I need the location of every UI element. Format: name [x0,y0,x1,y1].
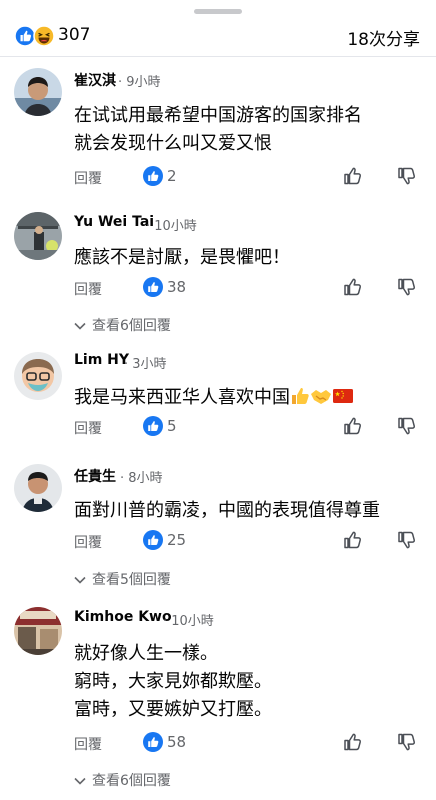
china-flag-emoji-icon [333,389,353,403]
comment-time: · 10小時 [163,614,214,629]
chevron-down-icon [74,322,86,330]
reaction-icons[interactable] [14,25,56,47]
comment-text-line: 面對川普的霸凌，中國的表現值得尊重 [74,500,380,521]
thumbs-up-icon[interactable] [343,277,363,297]
comment-time: · 3小時 [124,357,167,372]
view-replies-label: 查看5個回覆 [92,572,171,588]
view-replies-link[interactable]: 查看5個回覆 [74,569,171,589]
comment-author[interactable]: Lim HY [74,352,129,368]
thumbs-down-icon[interactable] [397,732,417,752]
thumbs-down-icon[interactable] [397,166,417,186]
like-badge-icon [143,166,163,186]
comment-actions: 回覆 2 [0,166,436,190]
like-badge-icon [143,732,163,752]
view-replies-link[interactable]: 查看6個回覆 [74,315,171,335]
comment-actions: 回覆 25 [0,530,436,554]
thumbs-up-icon[interactable] [343,530,363,550]
thumbs-down-icon[interactable] [397,416,417,436]
reply-button[interactable]: 回覆 [74,734,102,754]
comment-text-line: 就好像人生一樣。 [74,643,218,664]
divider [0,56,436,57]
comment-actions: 回覆 38 [0,277,436,301]
comment-text-line: 窮時，大家見妳都欺壓。 [74,671,272,692]
comment-time: · 9小時 [118,75,161,90]
thumbs-up-icon[interactable] [343,166,363,186]
reactions-bar: 307 18次分享 [0,22,436,50]
view-replies-label: 查看6個回覆 [92,318,171,334]
comment-author[interactable]: 任貴生 [74,466,116,486]
comment-text: 我是马来西亚华人喜欢中国 [74,387,290,408]
thumbs-up-emoji-icon [292,387,309,404]
comment-author[interactable]: Kimhoe Kwo [74,609,172,625]
thumbs-down-icon[interactable] [397,530,417,550]
like-badge-icon [143,277,163,297]
like-count[interactable]: 5 [167,417,177,435]
comment-text-line: 就会发现什么叫又爱又恨 [74,133,272,154]
avatar[interactable] [14,464,62,512]
like-count[interactable]: 2 [167,167,177,185]
thumbs-up-icon[interactable] [343,732,363,752]
thumbs-down-icon[interactable] [397,277,417,297]
comment-time: · 10小時 [146,219,197,234]
like-badge-icon [143,530,163,550]
like-count[interactable]: 38 [167,278,186,296]
reaction-count[interactable]: 307 [58,25,90,45]
share-count[interactable]: 18次分享 [347,25,420,50]
view-replies-label: 查看6個回覆 [92,773,171,789]
avatar[interactable] [14,212,62,260]
like-badge-icon [143,416,163,436]
avatar[interactable] [14,352,62,400]
drag-handle[interactable] [194,9,242,14]
chevron-down-icon [74,777,86,785]
like-count[interactable]: 58 [167,733,186,751]
haha-reaction-icon [33,25,55,47]
comment-time: · 8小時 [120,471,163,486]
chevron-down-icon [74,576,86,584]
avatar[interactable] [14,68,62,116]
comment-author[interactable]: 崔汉淇 [74,70,116,90]
comment-text-line: 富時，又要嫉妒又打壓。 [74,699,272,720]
avatar[interactable] [14,607,62,655]
reply-button[interactable]: 回覆 [74,418,102,438]
comment-author[interactable]: Yu Wei Tai [74,214,154,230]
comment-text-line: 我是马来西亚华人喜欢中国 [74,383,354,409]
like-reaction-icon [14,25,36,47]
comment-text-line: 應該不是討厭，是畏懼吧！ [74,247,290,268]
reply-button[interactable]: 回覆 [74,532,102,552]
view-replies-link[interactable]: 查看6個回覆 [74,770,171,790]
reply-button[interactable]: 回覆 [74,279,102,299]
comment-actions: 回覆 58 [0,732,436,756]
handshake-emoji-icon [311,390,331,404]
comment-actions: 回覆 5 [0,416,436,440]
thumbs-up-icon[interactable] [343,416,363,436]
reply-button[interactable]: 回覆 [74,168,102,188]
comment-text-line: 在试试用最希望中国游客的国家排名 [74,105,362,126]
like-count[interactable]: 25 [167,531,186,549]
